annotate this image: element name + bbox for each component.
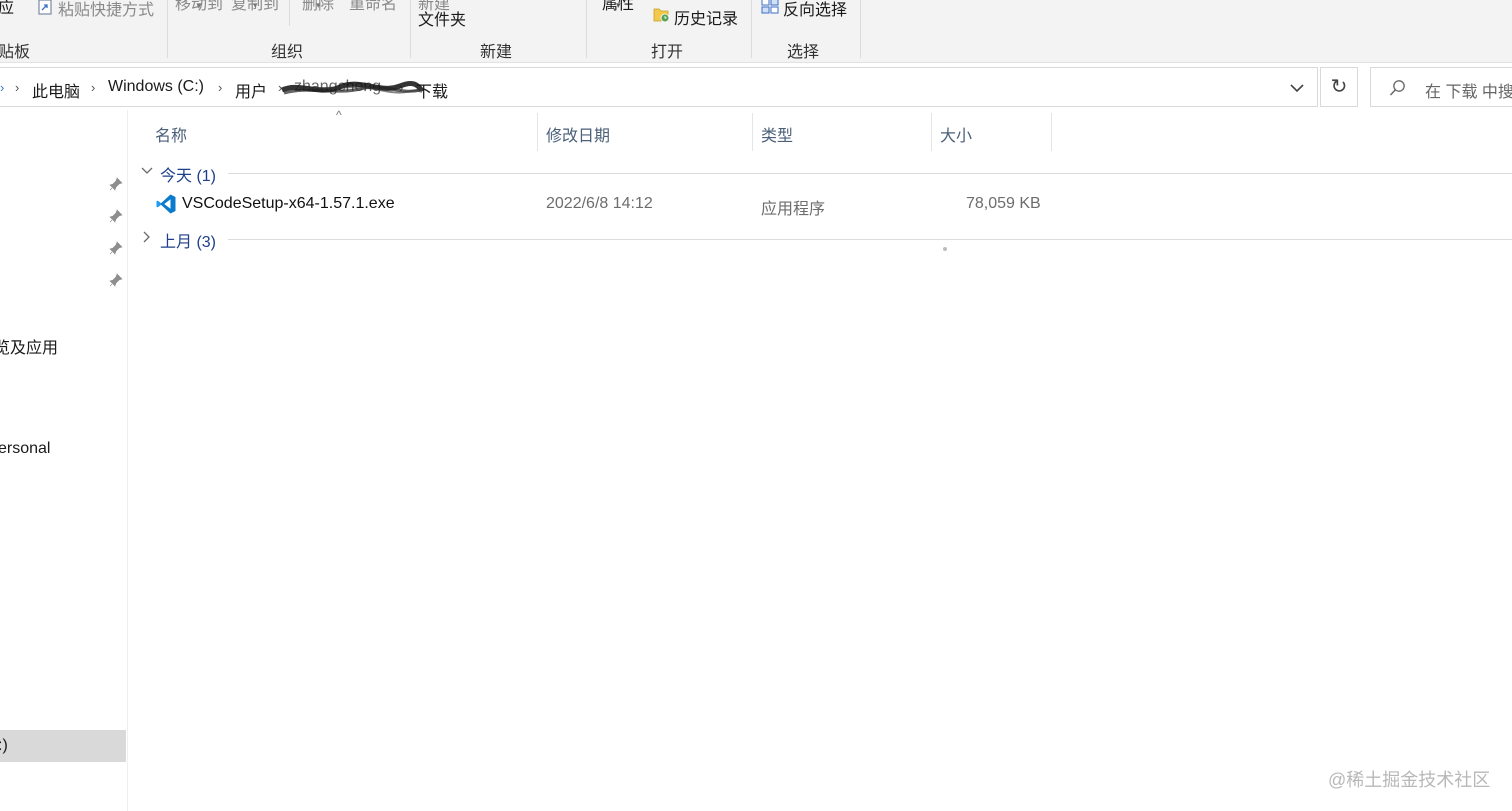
history-button[interactable]: 历史记录 [674, 5, 738, 29]
file-size: 78,059 KB [966, 195, 1041, 212]
ribbon-divider [860, 0, 861, 58]
nav-item-apps[interactable]: 览及应用 [0, 334, 58, 358]
invert-selection-button[interactable]: 反向选择 [783, 0, 847, 20]
properties-dropdown-icon[interactable]: ▾ [616, 0, 621, 11]
paste-shortcut-icon [38, 0, 52, 15]
breadcrumb-chevron-icon[interactable]: › [15, 80, 19, 95]
chevron-right-icon[interactable] [140, 230, 154, 244]
search-placeholder: 在 下载 中搜 [1425, 84, 1512, 101]
navigation-pane[interactable]: 览及应用 ersonal :) [0, 110, 128, 811]
group-label: 上月 (3) [160, 234, 217, 251]
refresh-button[interactable]: ↻ [1320, 67, 1358, 107]
group-clipboard-label: 贴板 [0, 44, 31, 61]
column-divider[interactable] [1051, 113, 1052, 151]
address-dropdown-chevron-icon[interactable] [1285, 78, 1309, 98]
column-divider[interactable] [931, 113, 932, 151]
paste-shortcut-button[interactable]: 粘贴快捷方式 [58, 0, 154, 20]
group-open-label: 打开 [651, 44, 684, 61]
group-select-label: 选择 [787, 44, 820, 61]
file-modified: 2022/6/8 14:12 [546, 195, 653, 212]
delete-dropdown-icon[interactable]: ▾ [316, 0, 321, 11]
breadcrumb-this-pc[interactable]: 此电脑 [32, 78, 80, 102]
group-divider [228, 239, 1512, 240]
group-header-today[interactable]: 今天 (1) [140, 162, 1512, 185]
invert-selection-icon [761, 0, 779, 14]
redaction-scribble [280, 81, 425, 95]
pin-icon[interactable] [109, 273, 123, 287]
address-bar[interactable]: › › 此电脑 › Windows (C:) › 用户 › zhangcheng… [0, 67, 1318, 107]
pin-icon[interactable] [109, 177, 123, 191]
pin-icon[interactable] [109, 209, 123, 223]
breadcrumb-chevron-icon[interactable]: › [218, 80, 222, 95]
pin-icon[interactable] [109, 241, 123, 255]
new-folder-button[interactable]: 文件夹 [418, 6, 466, 30]
ribbon-cutoff-label[interactable]: 应 [0, 0, 14, 18]
search-icon [1389, 80, 1405, 96]
rename-button[interactable]: 重命名 [349, 0, 397, 14]
recent-locations-chevron-icon[interactable]: › [0, 80, 4, 95]
column-divider[interactable] [537, 113, 538, 151]
breadcrumb-c-drive[interactable]: Windows (C:) [108, 78, 204, 96]
group-organize-label: 组织 [271, 44, 304, 61]
chevron-down-icon[interactable] [140, 164, 154, 178]
breadcrumb-chevron-icon[interactable]: › [91, 80, 95, 95]
vscode-icon [156, 194, 176, 214]
ribbon-divider [586, 0, 587, 58]
file-row[interactable]: VSCodeSetup-x64-1.57.1.exe 2022/6/8 14:1… [140, 190, 1060, 220]
group-new-label: 新建 [480, 44, 513, 61]
refresh-icon: ↻ [1330, 76, 1348, 98]
column-header-type[interactable]: 类型 [761, 122, 793, 146]
ribbon-divider [410, 0, 411, 58]
group-label: 今天 (1) [160, 168, 217, 185]
search-input[interactable]: 在 下载 中搜 [1370, 67, 1512, 107]
cursor-dot [943, 247, 947, 251]
watermark: @稀土掘金技术社区 [1328, 770, 1491, 790]
column-header-size[interactable]: 大小 [940, 122, 972, 146]
ribbon: 应 粘贴快捷方式 移动到 复制到 ▾ ▾ 删除 ▾ 重命名 贴板 组织 新建 文… [0, 0, 1512, 63]
file-name: VSCodeSetup-x64-1.57.1.exe [182, 195, 395, 212]
nav-item-drive: :) [0, 737, 8, 754]
ribbon-divider [167, 0, 168, 58]
column-divider[interactable] [752, 113, 753, 151]
group-header-last-month[interactable]: 上月 (3) [140, 228, 1512, 251]
history-icon [653, 8, 670, 23]
column-header-modified[interactable]: 修改日期 [546, 122, 610, 146]
sort-ascending-icon[interactable]: ^ [336, 108, 342, 122]
column-header-name[interactable]: 名称 [155, 122, 187, 146]
ribbon-divider [289, 0, 290, 26]
nav-item-personal[interactable]: ersonal [0, 440, 50, 458]
group-divider [228, 173, 1512, 174]
nav-item-drive-selected[interactable]: :) [0, 730, 126, 762]
breadcrumb-users[interactable]: 用户 [235, 78, 267, 102]
move-to-dropdown-icon[interactable]: ▾ [197, 0, 202, 11]
copy-to-dropdown-icon[interactable]: ▾ [253, 0, 258, 11]
address-bar-row: › › 此电脑 › Windows (C:) › 用户 › zhangcheng… [0, 67, 1512, 109]
file-type: 应用程序 [761, 201, 826, 218]
ribbon-divider [751, 0, 752, 58]
